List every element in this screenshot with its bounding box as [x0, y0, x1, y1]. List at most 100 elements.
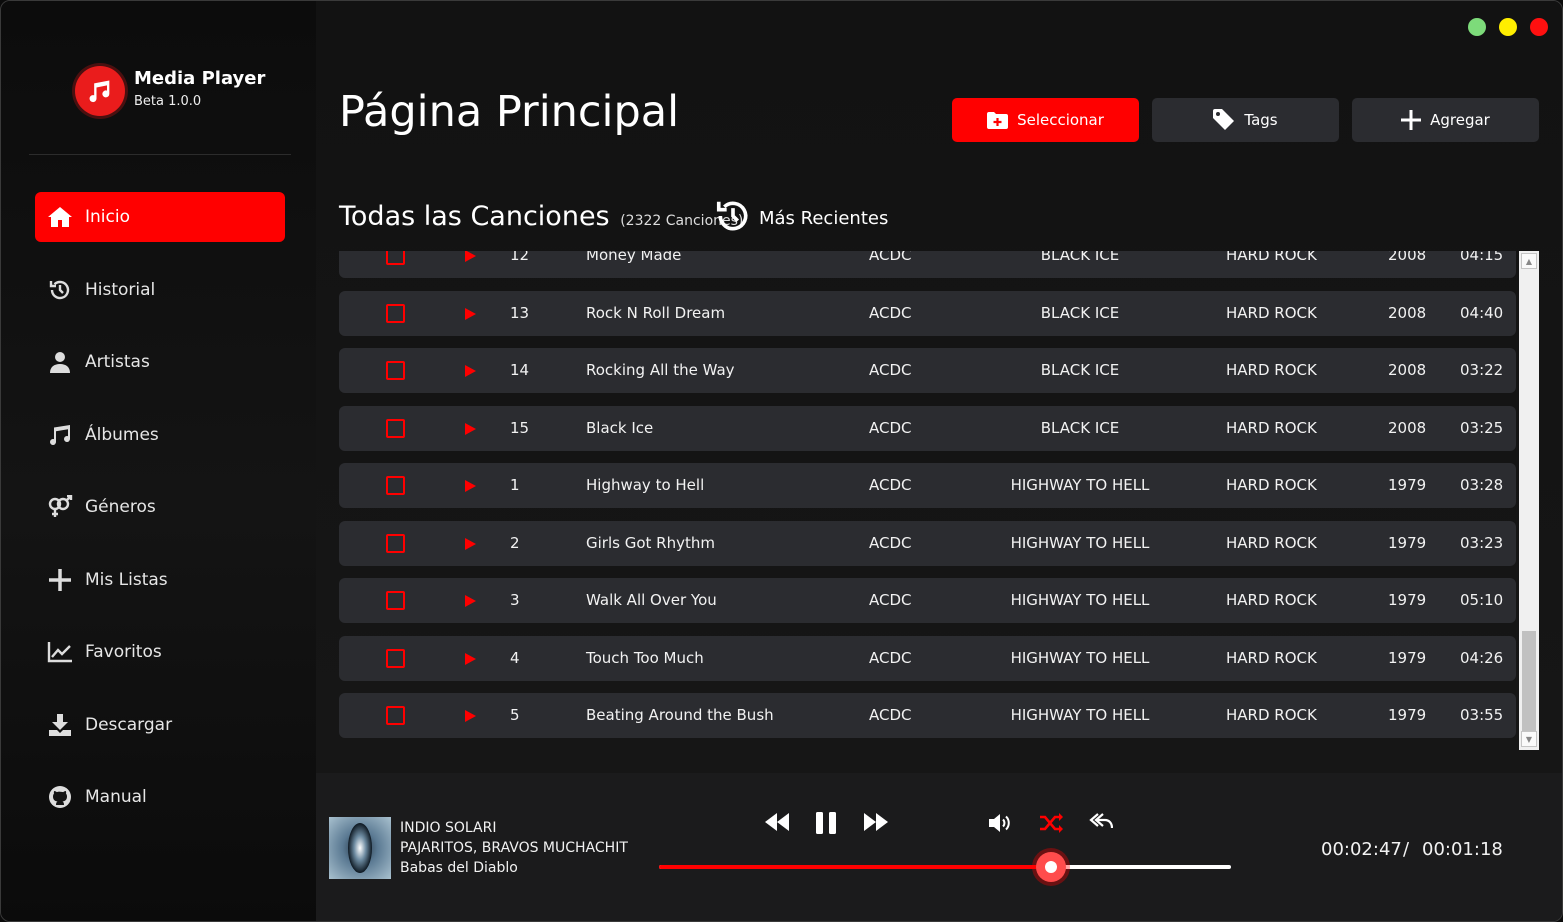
- sidebar-item-albumes[interactable]: Álbumes: [35, 410, 285, 460]
- add-button[interactable]: Agregar: [1352, 98, 1539, 142]
- song-artist: ACDC: [869, 706, 912, 724]
- row-checkbox[interactable]: [386, 476, 405, 495]
- volume-button[interactable]: [989, 813, 1013, 833]
- play-icon[interactable]: [465, 710, 476, 722]
- reply-all-icon: [1089, 813, 1113, 829]
- rewind-icon: [765, 813, 789, 831]
- play-icon[interactable]: [465, 480, 476, 492]
- song-album: HIGHWAY TO HELL: [1010, 534, 1150, 552]
- chart-line-icon: [47, 639, 73, 665]
- app-version: Beta 1.0.0: [134, 94, 202, 109]
- song-artist: ACDC: [869, 649, 912, 667]
- next-button[interactable]: [864, 813, 888, 831]
- song-title: Touch Too Much: [586, 649, 704, 667]
- song-duration: 04:15: [1460, 251, 1504, 264]
- play-icon[interactable]: [465, 251, 476, 262]
- sidebar-item-manual[interactable]: Manual: [35, 772, 285, 822]
- play-icon[interactable]: [465, 365, 476, 377]
- progress-bar[interactable]: [659, 852, 1231, 882]
- pause-icon: [816, 812, 836, 834]
- scroll-up-button[interactable]: ▲: [1521, 253, 1537, 269]
- sidebar-item-artistas[interactable]: Artistas: [35, 337, 285, 387]
- folder-plus-icon: [987, 111, 1009, 129]
- song-year: 1979: [1388, 534, 1427, 552]
- song-list-scrollbar[interactable]: ▲ ▼: [1519, 251, 1539, 750]
- sidebar-item-favoritos[interactable]: Favoritos: [35, 627, 285, 677]
- row-checkbox[interactable]: [386, 251, 405, 265]
- select-button[interactable]: Seleccionar: [952, 98, 1139, 142]
- song-artist: ACDC: [869, 304, 912, 322]
- sidebar: Media Player Beta 1.0.0 Inicio Historial…: [1, 1, 316, 921]
- sidebar-item-historial[interactable]: Historial: [35, 265, 285, 315]
- scroll-down-button[interactable]: ▼: [1521, 731, 1537, 747]
- shuffle-button[interactable]: [1039, 813, 1063, 833]
- close-window-button[interactable]: [1530, 18, 1548, 36]
- time-separator: /: [1403, 839, 1410, 860]
- user-icon: [47, 349, 73, 375]
- play-icon[interactable]: [465, 308, 476, 320]
- song-genre: HARD ROCK: [1226, 534, 1317, 552]
- song-row[interactable]: 5 Beating Around the Bush ACDC HIGHWAY T…: [339, 693, 1516, 738]
- app-name: Media Player: [134, 68, 266, 89]
- sidebar-item-label: Álbumes: [85, 425, 159, 445]
- pause-button[interactable]: [815, 811, 837, 835]
- song-row[interactable]: 13 Rock N Roll Dream ACDC BLACK ICE HARD…: [339, 291, 1516, 336]
- song-album: BLACK ICE: [1040, 304, 1120, 322]
- sidebar-item-inicio[interactable]: Inicio: [35, 192, 285, 242]
- play-icon[interactable]: [465, 595, 476, 607]
- song-row[interactable]: 1 Highway to Hell ACDC HIGHWAY TO HELL H…: [339, 463, 1516, 508]
- song-duration: 03:28: [1460, 476, 1504, 494]
- song-artist: ACDC: [869, 534, 912, 552]
- minimize-window-button[interactable]: [1499, 18, 1517, 36]
- sidebar-item-label: Favoritos: [85, 642, 162, 662]
- github-icon: [47, 784, 73, 810]
- sidebar-item-descargar[interactable]: Descargar: [35, 700, 285, 750]
- song-duration: 04:40: [1460, 304, 1504, 322]
- song-row[interactable]: 12 Money Made ACDC BLACK ICE HARD ROCK 2…: [339, 251, 1516, 278]
- song-row[interactable]: 2 Girls Got Rhythm ACDC HIGHWAY TO HELL …: [339, 521, 1516, 566]
- row-checkbox[interactable]: [386, 706, 405, 725]
- row-checkbox[interactable]: [386, 304, 405, 323]
- page-title: Página Principal: [339, 87, 680, 137]
- scrollbar-thumb[interactable]: [1522, 631, 1536, 731]
- song-year: 2008: [1388, 304, 1427, 322]
- repeat-button[interactable]: [1089, 813, 1113, 831]
- song-genre: HARD ROCK: [1226, 476, 1317, 494]
- row-checkbox[interactable]: [386, 361, 405, 380]
- sidebar-item-generos[interactable]: Géneros: [35, 482, 285, 532]
- play-icon[interactable]: [465, 538, 476, 550]
- album-cover: [329, 817, 391, 879]
- song-row[interactable]: 14 Rocking All the Way ACDC BLACK ICE HA…: [339, 348, 1516, 393]
- row-checkbox[interactable]: [386, 649, 405, 668]
- song-album: HIGHWAY TO HELL: [1010, 591, 1150, 609]
- song-year: 1979: [1388, 591, 1427, 609]
- song-title: Black Ice: [586, 419, 654, 437]
- sidebar-item-label: Inicio: [85, 207, 130, 227]
- play-icon[interactable]: [465, 653, 476, 665]
- song-row[interactable]: 3 Walk All Over You ACDC HIGHWAY TO HELL…: [339, 578, 1516, 623]
- sidebar-item-mis-listas[interactable]: Mis Listas: [35, 555, 285, 605]
- song-number: 1: [510, 476, 520, 494]
- sidebar-item-label: Mis Listas: [85, 570, 168, 590]
- sort-most-recent-button[interactable]: Más Recientes: [714, 197, 888, 240]
- song-row[interactable]: 15 Black Ice ACDC BLACK ICE HARD ROCK 20…: [339, 406, 1516, 451]
- song-number: 14: [510, 361, 530, 379]
- sidebar-item-label: Artistas: [85, 352, 150, 372]
- maximize-window-button[interactable]: [1468, 18, 1486, 36]
- song-title: Walk All Over You: [586, 591, 717, 609]
- previous-button[interactable]: [765, 813, 789, 831]
- now-playing-album: PAJARITOS, BRAVOS MUCHACHITOS: [400, 840, 628, 856]
- row-checkbox[interactable]: [386, 419, 405, 438]
- row-checkbox[interactable]: [386, 591, 405, 610]
- sort-label: Más Recientes: [759, 208, 889, 229]
- row-checkbox[interactable]: [386, 534, 405, 553]
- progress-knob[interactable]: [1036, 852, 1067, 882]
- play-icon[interactable]: [465, 423, 476, 435]
- songs-section-title: Todas las Canciones (2322 Canciones): [339, 201, 743, 232]
- song-year: 2008: [1388, 361, 1427, 379]
- shuffle-icon: [1040, 813, 1063, 833]
- song-row[interactable]: 4 Touch Too Much ACDC HIGHWAY TO HELL HA…: [339, 636, 1516, 681]
- song-genre: HARD ROCK: [1226, 304, 1317, 322]
- tags-button[interactable]: Tags: [1152, 98, 1339, 142]
- songs-title: Todas las Canciones: [339, 201, 610, 232]
